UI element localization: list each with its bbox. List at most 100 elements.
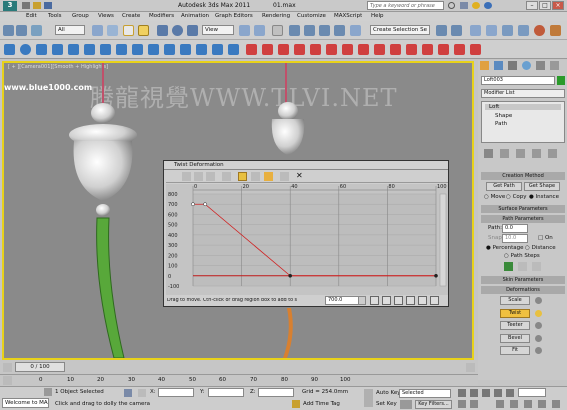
open-file-icon[interactable] [33,2,41,9]
menu-views[interactable]: Views [98,13,114,19]
create-box-icon[interactable] [4,44,15,55]
snap-field[interactable]: 10.0 [502,234,528,243]
scale-icon[interactable] [187,25,198,36]
render-setup-icon[interactable] [550,25,561,36]
set-key-button[interactable]: Set Key [376,401,397,407]
pan-icon[interactable] [370,296,379,305]
snaps-toggle-icon[interactable] [289,25,300,36]
modify-tab-icon[interactable] [494,61,503,70]
new-file-icon[interactable] [22,2,30,9]
angle-snap-icon[interactable] [304,25,315,36]
zoom-icon[interactable] [418,296,427,305]
rollout-skin-parameters[interactable]: Skin Parameters [481,276,565,284]
display-x-axis-icon[interactable] [194,172,203,181]
zoom-extents-icon[interactable] [382,296,391,305]
zoom-horizontal-icon[interactable] [394,296,403,305]
scale-toggle-icon[interactable] [535,297,542,304]
stack-item-shape[interactable]: Shape [495,113,512,119]
deform-fit-button[interactable]: Fit [500,346,530,355]
menu-modifiers[interactable]: Modifiers [149,13,174,19]
zoom-region-icon[interactable] [430,296,439,305]
modifier-list-dropdown[interactable]: Modifier List [481,89,565,98]
key-mode-dropdown[interactable]: Selected [399,389,451,398]
orbit-camera-icon[interactable] [538,400,546,408]
link-icon[interactable] [31,25,42,36]
mirror-icon[interactable] [436,25,447,36]
reference-coordinate-dropdown[interactable]: View [202,25,234,35]
twist-toggle-icon[interactable] [535,310,542,317]
stretch-modifier-icon[interactable] [310,44,321,55]
deform-scale-button[interactable]: Scale [500,296,530,305]
create-line-icon[interactable] [164,44,175,55]
create-teapot-icon[interactable] [148,44,159,55]
create-pyramid-icon[interactable] [132,44,143,55]
maximize-viewport-icon[interactable] [552,400,560,408]
spinner-snap-icon[interactable] [334,25,345,36]
save-file-icon[interactable] [44,2,52,9]
time-slider[interactable]: 0 / 100 [15,362,65,372]
push-modifier-icon[interactable] [342,44,353,55]
create-tube-icon[interactable] [116,44,127,55]
undo-icon[interactable] [3,25,14,36]
go-to-start-icon[interactable] [458,389,466,397]
snap-on-checkbox[interactable]: □ On [538,235,553,241]
material-editor-icon[interactable] [534,25,545,36]
keyboard-shortcut-icon[interactable] [272,25,283,36]
create-cylinder-icon[interactable] [36,44,47,55]
pin-stack-icon[interactable] [484,149,493,158]
ripple-modifier-icon[interactable] [374,44,385,55]
point-value-field[interactable]: 700.0 [325,296,361,305]
next-shape-icon[interactable] [532,262,541,271]
copy-radio[interactable]: ○ Copy [506,194,527,200]
x-coordinate-field[interactable] [158,388,194,397]
region-select-icon[interactable] [123,25,134,36]
layer-manager-icon[interactable] [470,25,481,36]
curve-editor-icon[interactable] [502,25,513,36]
make-unique-icon[interactable] [516,149,525,158]
squeeze-modifier-icon[interactable] [326,44,337,55]
timeline-expand-icon[interactable] [3,363,12,372]
select-by-name-icon[interactable] [107,25,118,36]
timeline-next-icon[interactable] [466,363,475,372]
scale-control-point-icon[interactable] [251,172,260,181]
select-object-icon[interactable] [92,25,103,36]
maxscript-listener[interactable]: Welcome to MAX: [2,398,49,408]
object-color-swatch[interactable] [557,76,565,85]
zoom-vertical-icon[interactable] [406,296,415,305]
deform-bevel-button[interactable]: Bevel [500,334,530,343]
named-selection-dropdown[interactable]: Create Selection Se [370,25,430,35]
wave-modifier-icon[interactable] [390,44,401,55]
current-frame-field[interactable] [518,388,546,397]
minimize-icon[interactable]: – [526,1,538,10]
spherify-modifier-icon[interactable] [438,44,449,55]
create-circle-icon[interactable] [180,44,191,55]
menu-maxscript[interactable]: MAXScript [334,13,362,19]
path-field[interactable]: 0.0 [502,224,528,233]
help-icon[interactable] [484,2,492,9]
key-filters-button[interactable]: Key Filters... [415,400,452,409]
menu-animation[interactable]: Animation [181,13,209,19]
rollout-path-parameters[interactable]: Path Parameters [481,215,565,223]
affect-region-icon[interactable] [454,44,465,55]
rollout-creation-method[interactable]: Creation Method [481,172,565,180]
deform-teeter-button[interactable]: Teeter [500,321,530,330]
fit-toggle-icon[interactable] [535,347,542,354]
stack-item-path[interactable]: Path [495,121,507,127]
window-crossing-icon[interactable] [138,25,149,36]
insert-corner-point-icon[interactable] [264,172,273,181]
percent-snap-icon[interactable] [319,25,330,36]
create-cone-icon[interactable] [68,44,79,55]
favorites-icon[interactable] [472,2,480,9]
skew-modifier-icon[interactable] [406,44,417,55]
auto-key-button[interactable]: Auto Key [376,390,401,396]
slice-modifier-icon[interactable] [422,44,433,55]
display-tab-icon[interactable] [536,61,545,70]
key-icon[interactable] [364,389,373,407]
path-steps-radio[interactable]: ○ Path Steps [504,253,540,259]
app-logo-icon[interactable]: 3 [3,1,17,11]
mini-curve-editor-icon[interactable] [3,376,12,385]
move-radio[interactable]: ○ Move [484,194,505,200]
move-control-point-icon[interactable] [238,172,247,181]
bevel-toggle-icon[interactable] [535,335,542,342]
pivot-icon[interactable] [239,25,250,36]
